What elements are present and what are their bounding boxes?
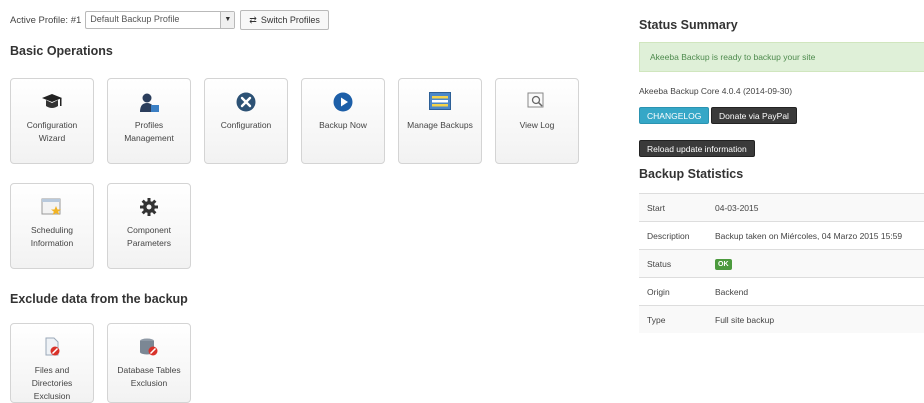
table-row: Type Full site backup	[639, 305, 924, 333]
profile-select-value: Default Backup Profile	[90, 14, 180, 24]
basic-operations-title: Basic Operations	[10, 44, 113, 58]
tile-database-tables-exclusion[interactable]: Database Tables Exclusion	[107, 323, 191, 403]
tile-component-parameters[interactable]: Component Parameters	[107, 183, 191, 269]
tile-backup-now[interactable]: Backup Now	[301, 78, 385, 164]
tile-label: Management	[124, 133, 174, 143]
tile-label: Scheduling	[30, 225, 74, 235]
changelog-button[interactable]: CHANGELOG	[639, 107, 710, 124]
stat-value: Backup taken on Miércoles, 04 Marzo 2015…	[715, 221, 924, 250]
switch-profiles-label: Switch Profiles	[260, 15, 320, 25]
stat-value: Full site backup	[715, 305, 924, 333]
tile-manage-backups[interactable]: Manage Backups	[398, 78, 482, 164]
switch-icon: ⇄	[249, 14, 257, 25]
status-badge: OK	[715, 258, 732, 270]
stat-key: Type	[639, 305, 715, 333]
table-row: Description Backup taken on Miércoles, 0…	[639, 221, 924, 250]
stat-key: Origin	[639, 277, 715, 306]
table-row: Status OK	[639, 249, 924, 278]
database-block-icon	[108, 337, 190, 357]
profile-select[interactable]: Default Backup Profile ▼	[85, 11, 236, 29]
tile-label: Parameters	[127, 238, 171, 248]
tile-label: Exclusion	[130, 378, 168, 388]
switch-profiles-button[interactable]: ⇄ Switch Profiles	[240, 10, 329, 30]
status-summary-title: Status Summary	[639, 18, 738, 32]
stat-value: Backend	[715, 277, 924, 306]
tile-label: Directories	[31, 378, 73, 388]
reload-update-button[interactable]: Reload update information	[639, 140, 755, 157]
tile-label: Configuration	[26, 120, 78, 130]
file-block-icon	[11, 337, 93, 357]
stat-value: 04-03-2015	[715, 193, 924, 222]
log-search-icon	[496, 92, 578, 112]
active-profile-label: Active Profile: #1	[10, 14, 82, 26]
tile-label: Profiles	[134, 120, 164, 130]
tile-configuration[interactable]: Configuration	[204, 78, 288, 164]
gear-icon	[108, 197, 190, 217]
tile-configuration-wizard[interactable]: Configuration Wizard	[10, 78, 94, 164]
tile-profiles-management[interactable]: Profiles Management	[107, 78, 191, 164]
profile-bar: Active Profile: #1 Default Backup Profil…	[10, 9, 329, 31]
tile-label: Component	[127, 225, 171, 235]
list-box-icon	[399, 92, 481, 112]
tile-label: Configuration	[220, 120, 272, 130]
tile-label: Exclusion	[33, 391, 71, 401]
wrench-circle-icon	[205, 92, 287, 112]
tile-label: Files and	[34, 365, 70, 375]
calendar-star-icon	[11, 197, 93, 217]
tile-label: Database Tables	[117, 365, 181, 375]
tile-label: Backup Now	[319, 120, 367, 130]
table-row: Origin Backend	[639, 277, 924, 306]
exclude-data-title: Exclude data from the backup	[10, 292, 188, 306]
graduation-cap-icon	[11, 92, 93, 112]
table-row: Start 04-03-2015	[639, 193, 924, 222]
play-circle-icon	[302, 92, 384, 112]
tile-scheduling-information[interactable]: Scheduling Information	[10, 183, 94, 269]
stat-key: Description	[639, 221, 715, 250]
tile-label: Wizard	[38, 133, 66, 143]
version-text: Akeeba Backup Core 4.0.4 (2014-09-30)	[639, 86, 793, 96]
status-alert: Akeeba Backup is ready to backup your si…	[639, 42, 924, 72]
chevron-down-icon: ▼	[220, 12, 235, 28]
tile-view-log[interactable]: View Log	[495, 78, 579, 164]
tile-label: View Log	[519, 120, 555, 130]
tile-label: Manage Backups	[407, 120, 473, 130]
backup-statistics-title: Backup Statistics	[639, 167, 744, 181]
tile-label: Information	[30, 238, 74, 248]
stat-key: Start	[639, 193, 715, 222]
tile-files-directories-exclusion[interactable]: Files and Directories Exclusion	[10, 323, 94, 403]
stat-key: Status	[639, 249, 715, 278]
backup-statistics-table: Start 04-03-2015 Description Backup take…	[639, 193, 924, 333]
donate-button[interactable]: Donate via PayPal	[711, 107, 797, 124]
user-profile-icon	[108, 92, 190, 112]
